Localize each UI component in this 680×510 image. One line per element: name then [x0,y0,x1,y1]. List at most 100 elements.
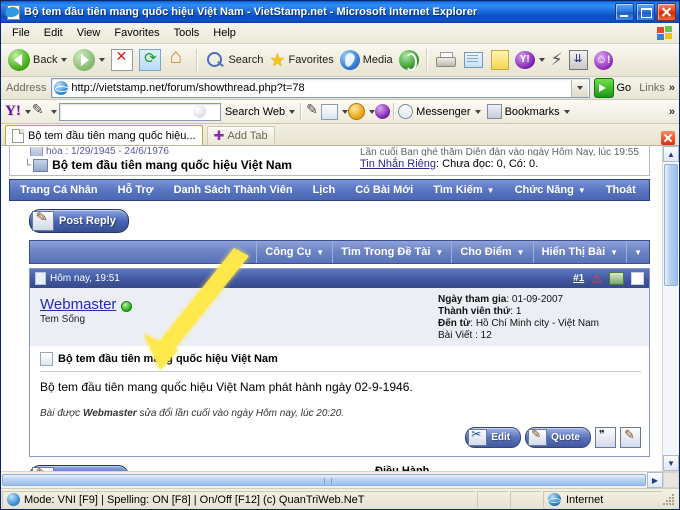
quick-reply-icon[interactable] [620,427,641,448]
window-stack-icon[interactable] [321,103,339,120]
post-divider [40,371,641,372]
join-date-value: 01-09-2007 [511,294,564,305]
minimize-button[interactable] [615,3,634,21]
multiquote-icon[interactable] [595,427,616,448]
vertical-scrollbar[interactable]: ▲ ▼ [662,146,679,471]
bookmarks-button[interactable]: Bookmarks [486,104,570,119]
menu-edit[interactable]: Edit [37,25,70,41]
location-label: Đến từ [438,318,471,329]
nav-item-search[interactable]: Tìm Kiếm ▼ [423,184,504,196]
address-dropdown-icon[interactable] [570,79,588,97]
yahoo-search-input[interactable] [58,102,221,121]
go-button[interactable]: Go [593,78,631,98]
edit-button[interactable]: Edit [465,427,522,448]
close-tab-button[interactable] [661,131,675,145]
yahoo-messenger-button[interactable]: Y! [512,46,548,74]
page-viewport: hòa : 1/29/1945 - 24/6/1976 └ Bộ tem đầu… [1,146,679,471]
display-mode-label: Hiển Thị Bài [541,246,606,258]
messenger-button[interactable]: Messenger [398,104,481,119]
scroll-up-button[interactable]: ▲ [663,146,679,162]
bookmarks-dropdown-icon[interactable] [563,109,570,114]
nav-item-calendar[interactable]: Lịch [303,184,346,196]
address-overflow-chevron-icon[interactable]: » [669,82,675,94]
display-mode-button[interactable]: Hiển Thị Bài ▼ [532,241,626,263]
nav-item-support[interactable]: Hỗ Trợ [108,184,164,196]
edit-page-button[interactable] [460,46,488,74]
rate-thread-button[interactable]: Cho Điểm ▼ [451,241,532,263]
post-reply-button-bottom[interactable]: Post Reply [29,465,129,471]
pencil-dropdown-icon[interactable] [50,109,57,114]
post-reply-button-top[interactable]: Post Reply [29,209,129,233]
user-ip-icon[interactable] [609,272,624,285]
close-button[interactable] [657,3,676,21]
menu-file[interactable]: File [5,25,37,41]
thread-tools-overflow-button[interactable]: ▼ [626,241,649,263]
stop-button[interactable] [108,46,136,74]
menu-help[interactable]: Help [206,25,243,41]
post-date-icon [35,272,46,285]
pm-link[interactable]: Tin Nhắn Riêng [360,158,436,170]
nav-item-memberlist[interactable]: Danh Sách Thành Viên [164,184,303,196]
download-button[interactable]: ⇊ [566,46,591,74]
search-web-button[interactable]: Search Web [223,106,297,118]
links-label[interactable]: Links [639,82,665,94]
search-button[interactable]: Search [202,46,266,74]
username-link[interactable]: Webmaster [40,296,116,313]
post-reply-label-top: Post Reply [59,215,116,227]
refresh-button[interactable]: ⟳ [136,46,164,74]
select-post-checkbox[interactable] [631,272,644,285]
horizontal-scrollbar[interactable]: ▶ [1,471,679,488]
yahoo-overflow-chevron-icon[interactable]: » [669,106,675,118]
vertical-scroll-thumb[interactable] [664,164,678,286]
menu-tools[interactable]: Tools [167,25,207,41]
back-button[interactable]: Back [5,46,70,74]
history-button[interactable] [396,46,422,74]
favorites-button[interactable]: ★ Favorites [266,46,336,74]
breadcrumb-parent[interactable]: hòa : 1/29/1945 - 24/6/1976 [30,147,360,156]
nav-item-newposts[interactable]: Có Bài Mới [345,184,423,196]
yahoo-logo[interactable]: Y! [5,103,21,120]
resize-grip[interactable] [663,492,677,506]
scroll-down-button[interactable]: ▼ [663,455,679,471]
quote-button[interactable]: Quote [525,427,591,448]
plus-icon: ✚ [213,128,225,143]
tab-active[interactable]: Bộ tem đầu tiên mang quốc hiệu... [5,125,203,145]
nav-item-functions[interactable]: Chức Năng ▼ [505,184,596,196]
print-button[interactable] [432,46,460,74]
lightning-button[interactable]: ⚡ [548,46,566,74]
notes-button[interactable] [488,46,512,74]
pencil-icon[interactable] [31,101,47,120]
messenger-dropdown-icon[interactable] [474,109,481,114]
thread-tools-button[interactable]: Công Cụ ▼ [256,241,332,263]
forward-dropdown-icon[interactable] [99,58,106,62]
add-tab-button[interactable]: ✚ Add Tab [206,126,275,145]
post-number-link[interactable]: #1 [573,273,584,284]
emoticon-button[interactable]: ☺! [591,46,616,74]
menu-view[interactable]: View [70,25,108,41]
vertical-scroll-track[interactable] [663,162,679,455]
search-web-dropdown-icon[interactable] [289,109,296,114]
status-page-icon [7,493,20,506]
yahoo-dropdown-icon[interactable] [538,58,545,62]
popup-blocker-icon[interactable] [375,104,391,119]
media-button[interactable]: Media [337,46,396,74]
status-message-pane: Mode: VNI [F9] | Spelling: ON [F8] | On/… [2,490,475,508]
search-thread-label: Tìm Trong Đề Tài [341,246,431,258]
highlight-pen-icon[interactable] [305,101,321,120]
nav-item-logout[interactable]: Thoát [596,184,646,196]
menu-favorites[interactable]: Favorites [107,25,166,41]
back-dropdown-icon[interactable] [61,58,68,62]
note-icon [490,50,509,70]
title-bar: Bộ tem đầu tiên mang quốc hiệu Việt Nam … [1,1,679,23]
home-button[interactable] [164,45,192,74]
search-thread-button[interactable]: Tìm Trong Đề Tài ▼ [332,241,451,263]
report-post-icon[interactable]: ⚠ [591,272,602,286]
forward-button[interactable] [70,46,108,74]
address-input[interactable]: http://vietstamp.net/forum/showthread.ph… [51,78,590,98]
anti-spy-icon[interactable] [348,103,366,120]
post-reply-icon [32,211,54,231]
restore-button[interactable] [636,3,655,21]
nav-item-profile[interactable]: Trang Cá Nhân [10,184,108,196]
scroll-right-button[interactable]: ▶ [647,472,663,488]
horizontal-scroll-thumb[interactable] [2,474,646,486]
